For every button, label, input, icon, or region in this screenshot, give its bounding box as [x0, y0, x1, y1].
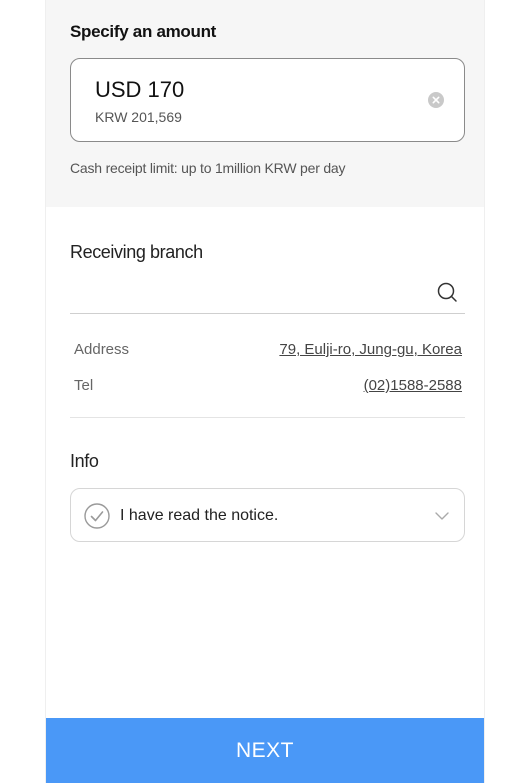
amount-input-box[interactable]: USD 170 KRW 201,569 [70, 58, 465, 142]
notice-label: I have read the notice. [120, 507, 279, 524]
address-label: Address [74, 341, 130, 358]
page: Specify an amount USD 170 KRW 201,569 Ca… [0, 0, 530, 783]
branch-search-input[interactable] [70, 272, 465, 314]
address-row: Address 79, Eulji-ro, Jung-gu, Korea [74, 341, 462, 361]
amount-converted-value: KRW 201,569 [95, 109, 182, 125]
clear-circle-icon[interactable] [428, 92, 444, 108]
check-circle-icon[interactable] [84, 503, 110, 529]
amount-section: Specify an amount USD 170 KRW 201,569 Ca… [46, 0, 484, 207]
info-section-title: Info [70, 451, 99, 471]
chevron-down-icon[interactable] [434, 509, 450, 523]
tel-row: Tel (02)1588-2588 [74, 377, 462, 397]
address-link[interactable]: 79, Eulji-ro, Jung-gu, Korea [279, 341, 462, 358]
search-icon[interactable] [436, 281, 458, 303]
notice-accordion[interactable]: I have read the notice. [70, 488, 465, 542]
next-button[interactable]: NEXT [46, 718, 484, 783]
exchange-form-panel: Specify an amount USD 170 KRW 201,569 Ca… [45, 0, 485, 783]
amount-section-title: Specify an amount [70, 22, 217, 41]
section-divider [70, 417, 465, 418]
tel-label: Tel [74, 377, 94, 394]
tel-link[interactable]: (02)1588-2588 [364, 377, 462, 394]
receiving-branch-title: Receiving branch [70, 242, 203, 262]
cash-receipt-limit-note: Cash receipt limit: up to 1million KRW p… [70, 160, 346, 176]
amount-primary-value: USD 170 [95, 77, 185, 102]
